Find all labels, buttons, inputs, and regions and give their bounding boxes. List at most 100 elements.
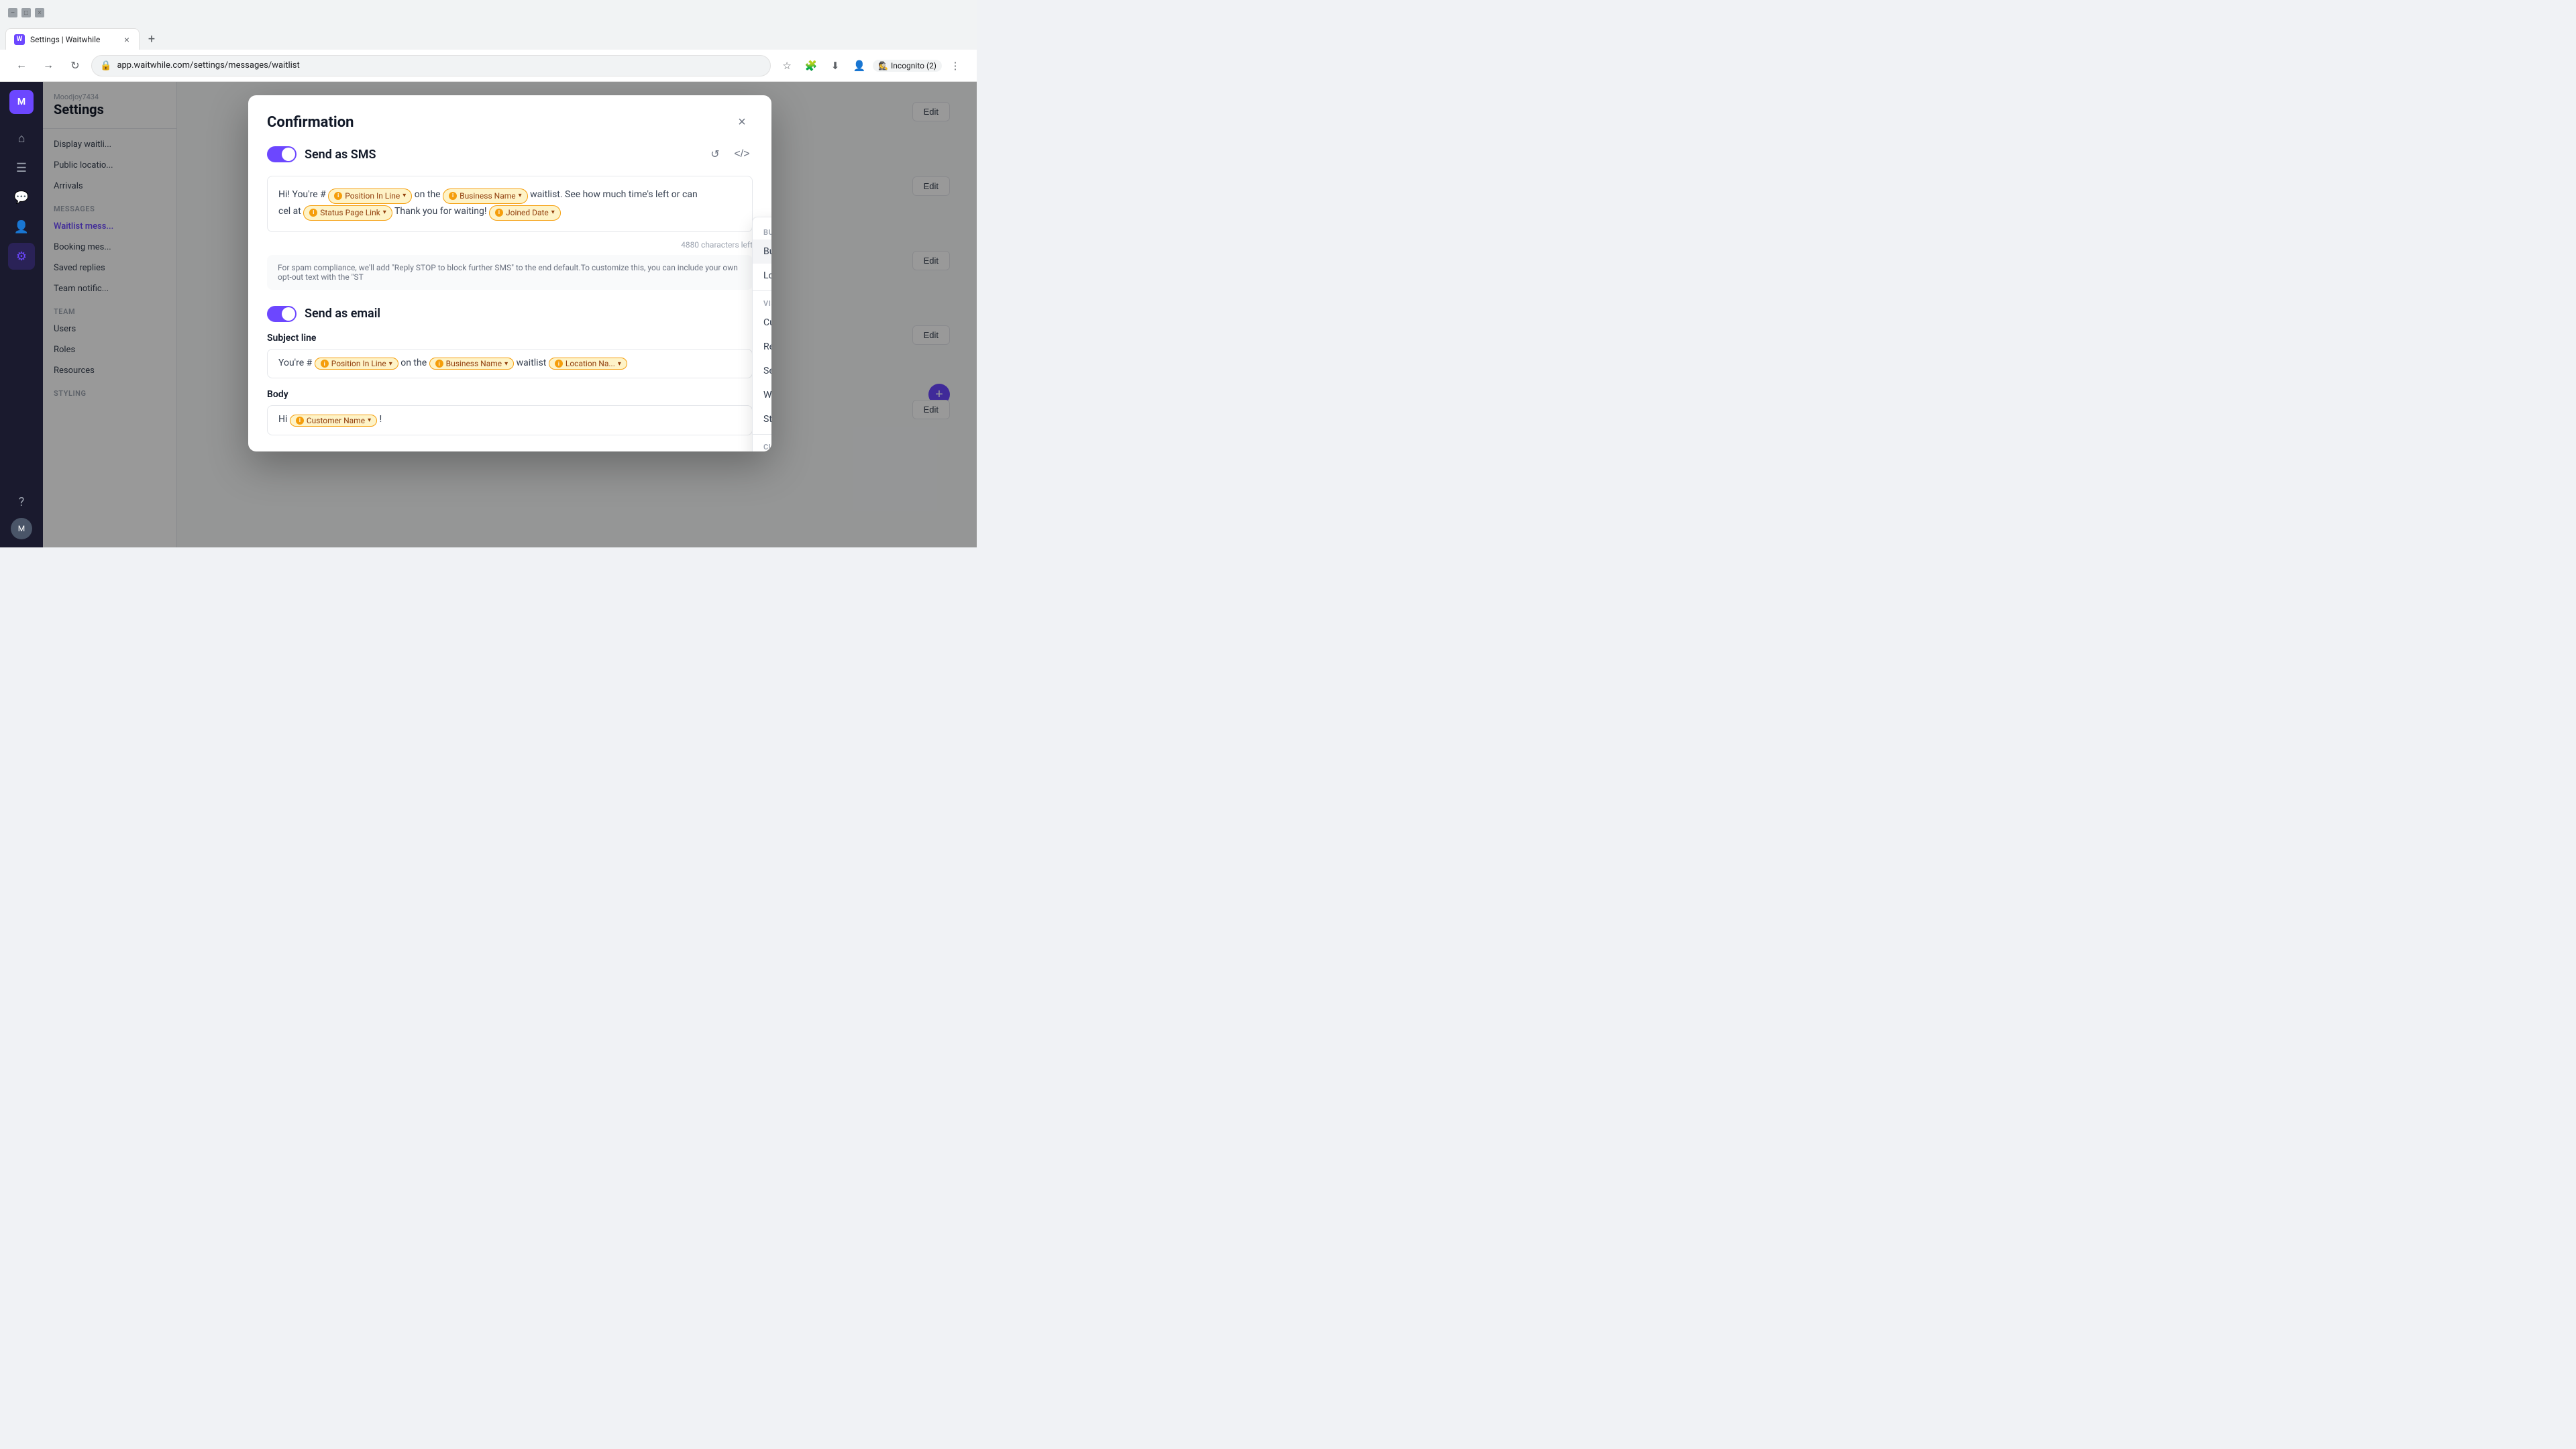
sms-tag-business-label: Business Name — [460, 190, 516, 203]
subject-line-label: Subject line — [267, 333, 753, 343]
sms-tag-status-label: Status Page Link — [320, 207, 380, 219]
sms-text-5: Thank you for waiting! — [394, 206, 489, 217]
subject-tag-location-label: Location Na... — [566, 359, 615, 368]
dropdown-item-business-label: Business — [763, 246, 771, 257]
dropdown-item-status-page-label: Status Page Link — [763, 414, 771, 425]
sms-tag-position[interactable]: i Position In Line ▾ — [328, 189, 412, 204]
dropdown-item-resource-label: Resource — [763, 341, 771, 352]
tag-info-icon-2: i — [449, 192, 457, 200]
subject-tag-chevron-3: ▾ — [618, 360, 621, 368]
sidebar-brand-avatar: M — [9, 90, 34, 114]
char-count: 4880 characters left — [267, 240, 753, 250]
sidebar-user-avatar[interactable]: M — [11, 518, 32, 539]
sms-text-3: waitlist. See how much time's left or ca… — [530, 189, 698, 200]
dropdown-item-location-label: Location — [763, 270, 771, 281]
address-bar[interactable]: 🔒 app.waitwhile.com/settings/messages/wa… — [91, 55, 771, 76]
bookmarks-button[interactable]: ☆ — [776, 55, 798, 76]
subject-tag-icon-2: i — [435, 360, 443, 368]
dropdown-item-status-page-link[interactable]: Status Page Link — [753, 407, 771, 431]
sms-reset-button[interactable]: ↺ — [704, 144, 726, 165]
subject-tag-business[interactable]: i Business Name ▾ — [429, 358, 515, 370]
modal-close-button[interactable]: × — [731, 111, 753, 133]
minimize-button[interactable]: − — [8, 8, 17, 17]
dropdown-custom-section: Custom Attributes — [753, 437, 771, 451]
modal-title: Confirmation — [267, 114, 354, 131]
profile-button[interactable]: 👤 — [849, 55, 870, 76]
sms-tag-business[interactable]: i Business Name ▾ — [443, 189, 528, 204]
dropdown-divider-2 — [753, 434, 771, 435]
attribute-dropdown: Business Attributes Business › Location … — [752, 217, 771, 451]
subject-tag-icon-1: i — [321, 360, 329, 368]
sidebar: M ⌂ ☰ 💬 👤 ⚙ ? M — [0, 82, 43, 547]
back-button[interactable]: ← — [11, 55, 32, 76]
tag-chevron-icon-3: ▾ — [383, 207, 386, 218]
subject-tag-business-label: Business Name — [446, 359, 502, 368]
tag-chevron-icon: ▾ — [402, 191, 406, 201]
maximize-button[interactable]: □ — [21, 8, 31, 17]
sms-message-editor[interactable]: Hi! You're # i Position In Line ▾ on the… — [267, 176, 753, 232]
body-label: Body — [267, 389, 753, 400]
sms-text-1: Hi! You're # — [278, 189, 328, 200]
subject-tag-icon-3: i — [555, 360, 563, 368]
subject-text-3: waitlist — [517, 358, 549, 368]
download-button[interactable]: ⬇ — [824, 55, 846, 76]
subject-editor[interactable]: You're # i Position In Line ▾ on the i B… — [267, 349, 753, 379]
body-tag-customer-label: Customer Name — [307, 416, 365, 425]
subject-text-1: You're # — [278, 358, 315, 368]
email-section-title: Send as email — [305, 307, 380, 321]
sms-code-button[interactable]: </> — [731, 144, 753, 165]
sms-section-title: Send as SMS — [305, 148, 376, 162]
sidebar-item-settings[interactable]: ⚙ — [8, 243, 35, 270]
sidebar-item-users[interactable]: 👤 — [8, 213, 35, 240]
dropdown-item-waitlist[interactable]: Waitlist › — [753, 383, 771, 407]
subject-tag-position[interactable]: i Position In Line ▾ — [315, 358, 398, 370]
body-tag-customer[interactable]: i Customer Name ▾ — [290, 415, 377, 427]
tag-info-icon: i — [334, 192, 342, 200]
forward-button[interactable]: → — [38, 55, 59, 76]
tag-chevron-icon-4: ▾ — [551, 207, 555, 218]
email-toggle[interactable] — [267, 306, 297, 322]
menu-button[interactable]: ⋮ — [945, 55, 966, 76]
subject-tag-chevron-1: ▾ — [389, 360, 392, 368]
body-text-1: Hi — [278, 414, 290, 425]
dropdown-divider — [753, 290, 771, 291]
body-text-2: ! — [380, 414, 382, 425]
extensions-button[interactable]: 🧩 — [800, 55, 822, 76]
tag-chevron-icon-2: ▾ — [519, 191, 522, 201]
sms-tag-joined-label: Joined Date — [506, 207, 549, 219]
dropdown-item-location[interactable]: Location › — [753, 264, 771, 288]
tag-info-icon-4: i — [495, 209, 503, 217]
modal-body: Send as SMS ↺ </> Hi! You're # i Po — [248, 144, 771, 451]
subject-tag-position-label: Position In Line — [331, 359, 386, 368]
dropdown-item-business[interactable]: Business › — [753, 239, 771, 264]
dropdown-item-customer[interactable]: Customer › — [753, 311, 771, 335]
sidebar-item-help[interactable]: ? — [8, 488, 35, 515]
tab-title: Settings | Waitwhile — [30, 35, 117, 44]
sidebar-item-messages[interactable]: 💬 — [8, 184, 35, 211]
modal-overlay: Confirmation × Send as SMS ↺ </> — [43, 82, 977, 547]
sms-text-4: cel at — [278, 206, 303, 217]
incognito-badge: 🕵 Incognito (2) — [873, 60, 942, 72]
confirmation-modal: Confirmation × Send as SMS ↺ </> — [248, 95, 771, 451]
sidebar-item-home[interactable]: ⌂ — [8, 125, 35, 152]
reload-button[interactable]: ↻ — [64, 55, 86, 76]
sms-toggle[interactable] — [267, 146, 297, 162]
tab-close-button[interactable]: × — [123, 33, 131, 46]
sms-text-2: on the — [415, 189, 443, 200]
tab-favicon: W — [14, 34, 25, 45]
tag-info-icon-3: i — [309, 209, 317, 217]
dropdown-item-customer-label: Customer — [763, 317, 771, 328]
spam-notice: For spam compliance, we'll add "Reply ST… — [267, 255, 753, 290]
body-editor[interactable]: Hi i Customer Name ▾ ! — [267, 405, 753, 435]
dropdown-business-section: Business Attributes — [753, 223, 771, 239]
close-window-button[interactable]: × — [35, 8, 44, 17]
browser-tab[interactable]: W Settings | Waitwhile × — [5, 28, 140, 50]
new-tab-button[interactable]: + — [142, 30, 161, 48]
sms-tag-joined-date[interactable]: i Joined Date ▾ — [489, 205, 561, 221]
subject-tag-location[interactable]: i Location Na... ▾ — [549, 358, 627, 370]
dropdown-item-service[interactable]: Service › — [753, 359, 771, 383]
dropdown-item-resource[interactable]: Resource › — [753, 335, 771, 359]
dropdown-visit-section: Visit Attributes — [753, 294, 771, 311]
sidebar-item-list[interactable]: ☰ — [8, 154, 35, 181]
sms-tag-status-page[interactable]: i Status Page Link ▾ — [303, 205, 392, 221]
